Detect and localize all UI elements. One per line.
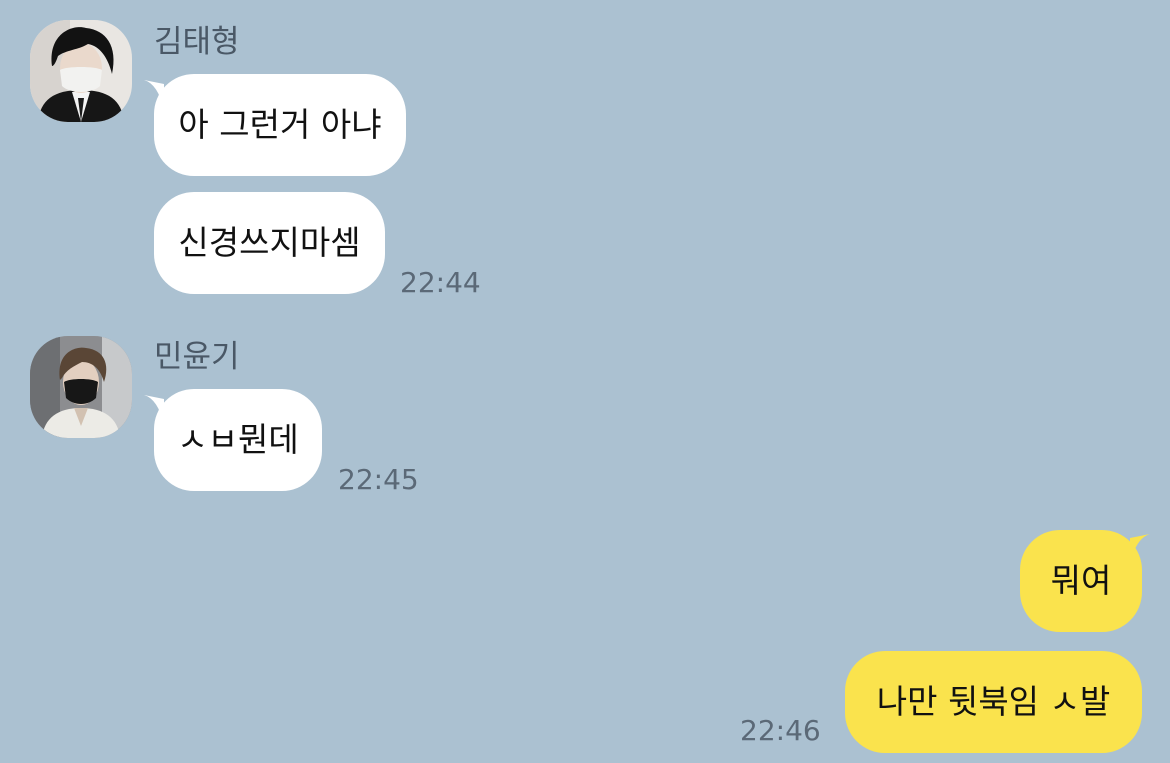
message-bubble[interactable]: ㅅㅂ뭔데 — [154, 389, 322, 491]
message-text: ㅅㅂ뭔데 — [177, 420, 299, 459]
profile-photo-icon — [30, 336, 132, 438]
sender-name: 김태형 — [154, 24, 240, 60]
avatar-min-yoongi[interactable] — [30, 336, 132, 438]
message-text: 신경쓰지마셈 — [178, 223, 361, 262]
message-time: 22:46 — [740, 714, 821, 747]
message-time: 22:45 — [338, 463, 419, 496]
sender-name: 민윤기 — [154, 339, 240, 375]
message-bubble[interactable]: 신경쓰지마셈 — [154, 192, 385, 294]
avatar-kim-taehyung[interactable] — [30, 20, 132, 122]
message-bubble[interactable]: 뭐여 — [1020, 530, 1142, 632]
profile-photo-icon — [30, 20, 132, 122]
chat-room: 김태형 아 그런거 아냐 신경쓰지마셈 22:44 민윤기 ㅅㅂ뭔데 22:45 — [0, 0, 1170, 763]
message-text: 아 그런거 아냐 — [178, 105, 382, 144]
message-bubble[interactable]: 아 그런거 아냐 — [154, 74, 406, 176]
message-time: 22:44 — [400, 266, 481, 299]
message-text: 뭐여 — [1050, 561, 1112, 600]
message-text: 나만 뒷북임 ㅅ발 — [876, 682, 1111, 721]
message-bubble[interactable]: 나만 뒷북임 ㅅ발 — [845, 651, 1142, 753]
